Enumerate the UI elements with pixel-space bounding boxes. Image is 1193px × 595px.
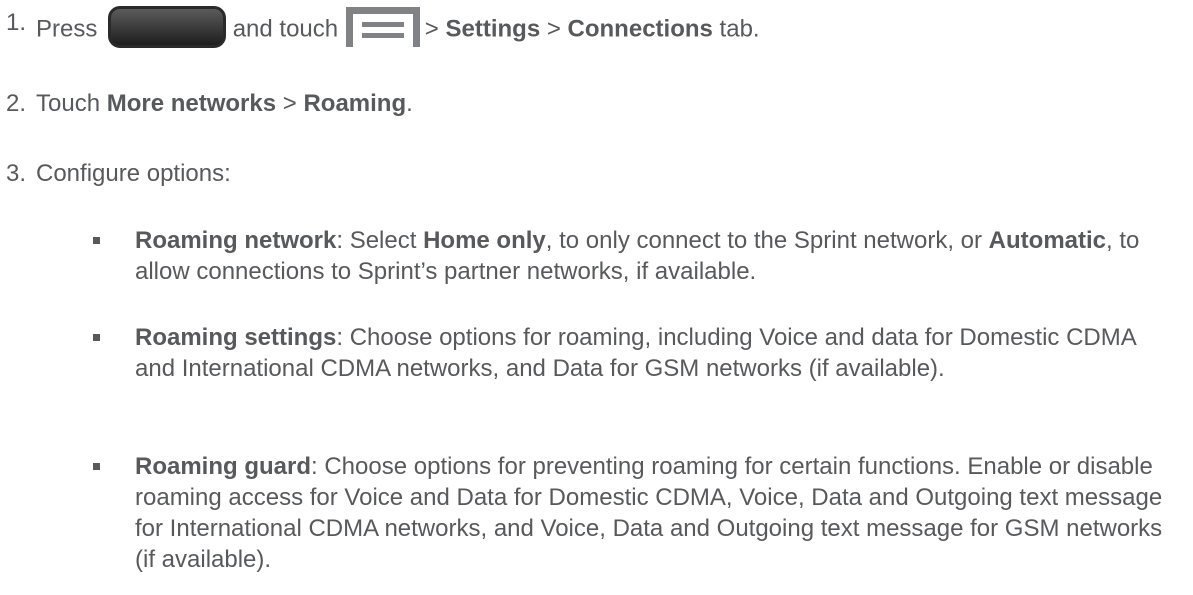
step-1-gt-2: > — [546, 15, 561, 43]
more-networks-label: More networks — [106, 90, 277, 117]
option-term: Roaming network — [135, 227, 337, 254]
bullet-text: Roaming settings: Choose options for roa… — [135, 322, 1181, 384]
bullet-marker — [93, 463, 100, 470]
connections-label: Connections — [567, 15, 713, 43]
bullet-marker — [93, 237, 100, 244]
bullet-text: Roaming network: Select Home only, to on… — [135, 225, 1181, 287]
settings-label: Settings — [445, 15, 541, 43]
step-1-press: Press — [36, 15, 98, 43]
step-number: 3. — [6, 160, 27, 187]
option-term: Roaming settings — [135, 324, 337, 351]
bullet-marker — [93, 334, 100, 341]
option-term: Roaming guard — [135, 453, 312, 480]
step-text: Press and touch > Settings > Connections… — [36, 6, 760, 53]
home-key-icon — [108, 6, 227, 48]
step-2-gt: > — [282, 90, 297, 117]
option-desc: , to only connect to the Sprint network,… — [545, 227, 989, 254]
home-only-label: Home only — [423, 227, 546, 254]
step-number: 1. — [6, 9, 27, 36]
step-text: Touch More networks > Roaming. — [36, 88, 413, 119]
menu-key-icon — [345, 7, 420, 47]
step-2-period: . — [406, 90, 413, 117]
step-2-touch: Touch — [36, 90, 101, 117]
option-desc: : Select — [336, 227, 424, 254]
bullet-text: Roaming guard: Choose options for preven… — [135, 451, 1181, 575]
roaming-label: Roaming — [303, 90, 407, 117]
step-1-gt: > — [424, 15, 439, 43]
step-1-tab: tab. — [719, 15, 760, 43]
step-text: Configure options: — [36, 160, 231, 187]
step-number: 2. — [6, 90, 27, 117]
automatic-label: Automatic — [988, 227, 1107, 254]
step-1-and-touch: and touch — [232, 15, 339, 43]
